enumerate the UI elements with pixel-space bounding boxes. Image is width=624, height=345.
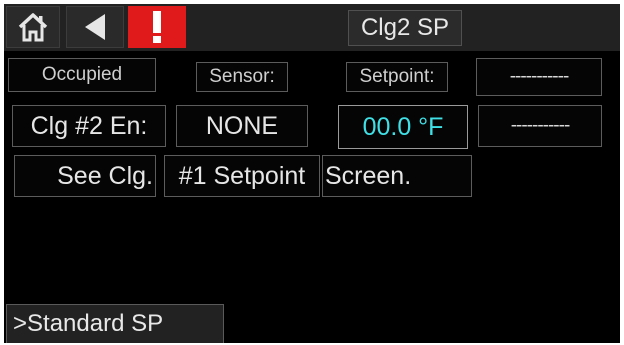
- sensor-label: Sensor:: [196, 62, 288, 92]
- second-dash-field: -----------: [478, 105, 602, 147]
- top-bar: Clg2 SP: [4, 4, 620, 51]
- top-dash-field: -----------: [476, 58, 602, 96]
- standard-sp-tab[interactable]: >Standard SP: [6, 304, 224, 343]
- sensor-value-field: NONE: [176, 105, 308, 147]
- setpoint-label: Setpoint:: [346, 62, 448, 92]
- setpoint-value-field[interactable]: 00.0 °F: [338, 105, 468, 149]
- back-button[interactable]: [66, 6, 124, 48]
- home-button[interactable]: [6, 6, 60, 48]
- message-part-1: See Clg.: [14, 155, 156, 197]
- home-icon: [18, 13, 48, 42]
- page-title: Clg2 SP: [348, 10, 462, 46]
- message-part-3: Screen.: [322, 155, 472, 197]
- clg2-enable-field: Clg #2 En:: [12, 105, 166, 147]
- message-part-2: #1 Setpoint: [164, 155, 320, 197]
- occupied-label: Occupied: [8, 58, 156, 92]
- alarm-button[interactable]: [128, 6, 186, 48]
- alarm-exclamation-icon: [153, 11, 161, 43]
- back-arrow-icon: [85, 14, 105, 40]
- controller-screen: Clg2 SP Occupied Sensor: Setpoint: -----…: [4, 4, 620, 343]
